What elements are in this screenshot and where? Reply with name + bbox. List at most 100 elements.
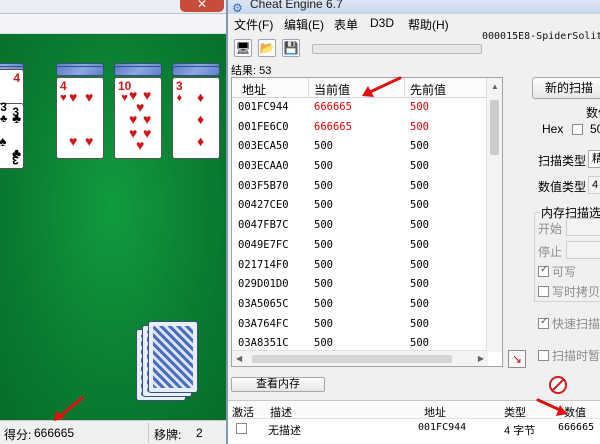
open-file-icon[interactable]: 📂 <box>258 39 276 57</box>
process-name: 000015E8-SpiderSolitaire <box>482 31 600 42</box>
save-icon[interactable]: 💾 <box>282 39 300 57</box>
fast-scan-label: 快速扫描 <box>552 317 600 331</box>
row-address: 03A8351C <box>238 337 289 350</box>
score-label: 得分: <box>4 428 32 442</box>
column-active[interactable]: 激活 <box>232 404 254 420</box>
playing-card[interactable]: 4 ♥ ♥ ♥ ♥ ♥ <box>56 77 104 159</box>
pause-while-scanning-checkbox[interactable] <box>538 350 549 361</box>
column-address[interactable]: 地址 <box>424 404 446 420</box>
row-current-value: 500 <box>314 317 333 330</box>
row-address: 001FE6C0 <box>238 120 289 133</box>
moves-label: 移牌: <box>154 428 182 442</box>
start-address-input[interactable] <box>566 218 600 236</box>
playing-card[interactable]: 3 ♦ ♦ ♦ ♦ <box>172 77 220 159</box>
row-address: 003F5B70 <box>238 179 289 192</box>
close-icon[interactable]: ✕ <box>180 0 224 12</box>
scan-type-label: 扫描类型 <box>538 154 587 168</box>
new-scan-button[interactable]: 新的扫描 <box>532 77 600 99</box>
column-address[interactable]: 地址 <box>242 81 266 98</box>
value-type-label: 数值类型 <box>538 180 587 194</box>
table-row[interactable]: 029D01D0 500 500 <box>232 275 488 295</box>
table-row[interactable]: 00427CE0 500 500 <box>232 196 488 216</box>
table-row[interactable]: 003ECA50 500 500 <box>232 137 488 157</box>
menu-d3d[interactable]: D3D <box>370 16 394 30</box>
row-address: 021714F0 <box>238 258 289 271</box>
column-description[interactable]: 描述 <box>270 404 292 420</box>
row-address: 03A764FC <box>238 317 289 330</box>
row-previous-value: 500 <box>410 120 429 133</box>
table-row[interactable]: 003F5B70 500 500 <box>232 177 488 197</box>
scroll-up-icon[interactable]: ▲ <box>491 82 499 91</box>
diamond-icon: ♦ <box>197 89 205 105</box>
playing-card[interactable]: 10 ♥ ♥ ♥ ♥ ♥ ♥ ♥ ♥ ♥ <box>114 77 162 159</box>
table-row[interactable]: 03A5065C 500 500 <box>232 295 488 315</box>
card-rank: 4 <box>60 79 67 93</box>
club-icon: ♣ <box>12 110 22 126</box>
copy-on-write-checkbox[interactable] <box>538 286 549 297</box>
scroll-left-icon[interactable]: ◀ <box>236 354 242 363</box>
entry-value[interactable]: 666665 <box>558 422 594 433</box>
scroll-thumb[interactable] <box>252 355 452 363</box>
table-row[interactable]: 无描述 001FC944 4 字节 666665 <box>228 419 600 437</box>
entry-description[interactable]: 无描述 <box>268 422 301 438</box>
entry-address[interactable]: 001FC944 <box>418 422 466 433</box>
card-back <box>56 66 104 76</box>
stop-icon[interactable] <box>549 376 567 394</box>
cheat-engine-icon: ⚙ <box>232 1 243 15</box>
column-current-value[interactable]: 当前值 <box>314 81 350 98</box>
menu-table[interactable]: 表单 <box>334 16 358 33</box>
writable-checkbox[interactable] <box>538 264 549 277</box>
row-previous-value: 500 <box>410 140 429 153</box>
table-row[interactable]: 03A764FC 500 500 <box>232 315 488 335</box>
found-address-list[interactable]: 地址 当前值 先前值 001FC944 666665 500 001FE6C0 6666… <box>231 77 503 367</box>
row-current-value: 500 <box>314 160 333 173</box>
column-type[interactable]: 类型 <box>504 404 526 420</box>
scroll-thumb[interactable] <box>490 100 499 155</box>
table-row[interactable]: 0049E7FC 500 500 <box>232 236 488 256</box>
row-previous-value: 500 <box>410 317 429 330</box>
menu-help[interactable]: 帮助(H) <box>408 16 449 33</box>
solitaire-window: ✕ 4 3 ♠ 3 3 ♣ ♣ ♣ 4 ♥ ♥ ♥ ♥ ♥ 10 ♥ ♥ ♥ ♥… <box>0 0 226 444</box>
row-current-value: 500 <box>314 140 333 153</box>
scan-type-select[interactable]: 精确数值 <box>588 150 600 168</box>
table-row[interactable]: 021714F0 500 500 <box>232 256 488 276</box>
row-current-value: 666665 <box>314 101 352 113</box>
row-current-value: 500 <box>314 278 333 291</box>
menu-file[interactable]: 文件(F) <box>234 16 273 33</box>
entry-type[interactable]: 4 字节 <box>504 422 535 438</box>
row-address: 003ECAA0 <box>238 160 289 173</box>
scroll-right-icon[interactable]: ▶ <box>478 354 484 363</box>
open-process-icon[interactable]: 🖥 <box>234 39 252 57</box>
value-input[interactable]: 500 <box>590 122 600 136</box>
row-address: 029D01D0 <box>238 278 289 291</box>
heart-icon: ♥ <box>143 111 152 127</box>
value-label: 数值 <box>586 106 600 120</box>
table-row[interactable]: 001FE6C0 666665 500 <box>232 118 488 138</box>
stop-label: 停止 <box>538 245 563 259</box>
vertical-scrollbar[interactable]: ▲ <box>486 78 502 352</box>
row-previous-value: 500 <box>410 101 429 113</box>
row-previous-value: 500 <box>410 219 429 232</box>
column-previous-value[interactable]: 先前值 <box>410 81 446 98</box>
table-row[interactable]: 001FC944 666665 500 <box>232 98 488 118</box>
heart-icon: ♥ <box>129 111 138 127</box>
stock-pile[interactable] <box>148 321 198 393</box>
table-row[interactable]: 0047FB7C 500 500 <box>232 216 488 236</box>
ce-titlebar: ⚙ Cheat Engine 6.7 <box>228 0 600 15</box>
row-address: 0047FB7C <box>238 219 289 232</box>
menu-edit[interactable]: 编辑(E) <box>284 16 324 33</box>
horizontal-scrollbar[interactable]: ◀ ▶ <box>232 350 488 366</box>
value-type-select[interactable]: 4 字节 <box>588 176 600 194</box>
row-current-value: 500 <box>314 179 333 192</box>
hex-checkbox[interactable] <box>572 124 583 135</box>
table-row[interactable]: 003ECAA0 500 500 <box>232 157 488 177</box>
solitaire-titlebar: ✕ <box>0 0 226 14</box>
fast-scan-checkbox[interactable] <box>538 316 549 329</box>
stop-address-input[interactable] <box>566 241 600 259</box>
add-to-table-button[interactable]: ↘ <box>508 350 526 368</box>
row-previous-value: 500 <box>410 160 429 173</box>
heart-icon: ♥ <box>85 133 94 149</box>
screen: ✕ 4 3 ♠ 3 3 ♣ ♣ ♣ 4 ♥ ♥ ♥ ♥ ♥ 10 ♥ ♥ ♥ ♥… <box>0 0 600 444</box>
view-memory-button[interactable]: 查看内存 <box>231 377 325 392</box>
active-checkbox[interactable] <box>236 423 247 434</box>
